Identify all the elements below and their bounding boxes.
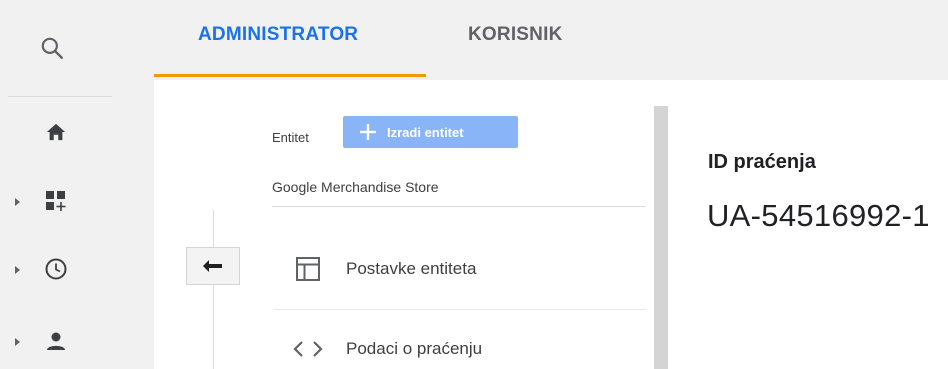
tab-administrator[interactable]: ADMINISTRATOR	[198, 24, 358, 46]
top-tab-bar: ADMINISTRATOR KORISNIK	[112, 0, 948, 80]
search-icon[interactable]	[34, 30, 70, 66]
create-entity-label: Izradi entitet	[387, 124, 464, 140]
entity-label: Entitet	[272, 130, 309, 145]
expand-caret-icon[interactable]	[15, 198, 20, 206]
column-scrollbar[interactable]	[654, 106, 668, 369]
create-entity-button[interactable]: Izradi entitet	[343, 116, 518, 148]
tab-korisnik[interactable]: KORISNIK	[468, 24, 563, 46]
divider	[272, 206, 646, 207]
arrow-back-icon	[203, 259, 223, 273]
rail-divider	[8, 96, 112, 97]
menu-item-label: Podaci o praćenju	[346, 339, 483, 358]
tracking-id-value: UA-54516992-1	[707, 198, 930, 233]
property-settings-icon	[290, 251, 326, 287]
clock-icon[interactable]	[40, 254, 72, 284]
collapse-guide-line	[213, 210, 214, 369]
plus-icon	[359, 123, 377, 141]
dashboard-add-icon[interactable]	[40, 186, 72, 216]
code-brackets-icon	[290, 331, 326, 367]
person-icon[interactable]	[40, 326, 72, 356]
expand-caret-icon[interactable]	[15, 338, 20, 346]
account-selector[interactable]: Google Merchandise Store	[272, 179, 439, 195]
home-icon[interactable]	[40, 118, 72, 146]
tracking-id-title: ID praćenja	[708, 151, 816, 173]
menu-item-tracking-info[interactable]: Podaci o praćenju	[290, 329, 482, 369]
divider	[274, 309, 646, 310]
collapse-panel-button[interactable]	[186, 247, 240, 285]
content-left-gutter	[112, 80, 154, 369]
menu-item-property-settings[interactable]: Postavke entiteta	[290, 249, 476, 289]
active-tab-indicator	[154, 74, 426, 77]
menu-item-label: Postavke entiteta	[346, 259, 477, 278]
expand-caret-icon[interactable]	[15, 266, 20, 274]
